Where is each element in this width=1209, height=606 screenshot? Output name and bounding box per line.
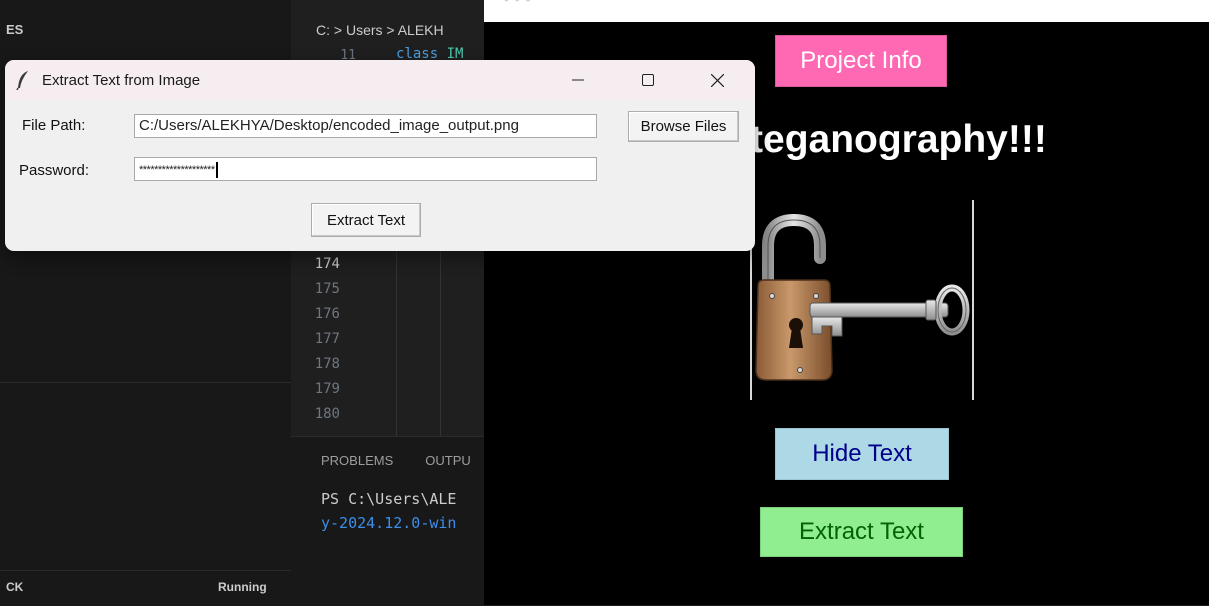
image-border-right — [972, 200, 974, 400]
terminal-prompt: PS C:\Users\ALE — [321, 490, 457, 508]
password-label: Password: — [19, 162, 90, 179]
app-title: Steganography!!! — [724, 118, 1047, 161]
dialog-titlebar[interactable]: Extract Text from Image — [5, 60, 755, 100]
sidebar-bottom-label: CK — [6, 580, 24, 594]
line-number: 177 — [314, 331, 340, 347]
dialog-title: Extract Text from Image — [42, 72, 201, 89]
indent-guide — [396, 250, 397, 436]
feather-icon — [16, 71, 28, 90]
lock-key-drawing — [755, 213, 970, 381]
browse-files-button[interactable]: Browse Files — [628, 111, 739, 142]
file-path-input[interactable]: C:/Users/ALEKHYA/Desktop/encoded_image_o… — [134, 114, 597, 138]
app-titlebar-text: • • • — [504, 0, 531, 7]
indent-guide — [440, 250, 441, 436]
line-number: 178 — [314, 356, 340, 372]
app-titlebar: • • • — [484, 0, 1209, 22]
terminal-output: y-2024.12.0-win — [321, 514, 457, 532]
minimize-button[interactable] — [555, 60, 601, 100]
password-value: ******************** — [139, 163, 215, 176]
hide-text-button[interactable]: Hide Text — [775, 428, 949, 480]
project-info-button[interactable]: Project Info — [775, 35, 947, 87]
file-path-label: File Path: — [22, 117, 86, 134]
padlock-with-key-icon — [750, 200, 974, 400]
line-numbers: 174 175 176 177 178 179 180 — [300, 252, 340, 427]
sidebar-section-title: ES — [6, 22, 24, 37]
extract-text-button[interactable]: Extract Text — [760, 507, 963, 557]
panel-tabs: PROBLEMS OUTPU — [321, 453, 503, 468]
tab-problems[interactable]: PROBLEMS — [321, 453, 393, 468]
running-status: Running — [218, 580, 267, 594]
maximize-button[interactable] — [625, 60, 671, 100]
breadcrumb[interactable]: C: > Users > ALEKH — [316, 22, 444, 38]
sidebar-divider — [0, 382, 291, 383]
dialog-extract-text-button[interactable]: Extract Text — [311, 203, 421, 237]
tab-output[interactable]: OUTPU — [425, 453, 471, 468]
close-button[interactable] — [694, 60, 740, 100]
extract-text-dialog: Extract Text from Image File Path: C:/Us… — [5, 60, 755, 251]
line-number: 179 — [314, 381, 340, 397]
line-number: 176 — [314, 306, 340, 322]
close-icon — [710, 73, 724, 87]
password-input[interactable]: ******************** — [134, 157, 597, 181]
maximize-icon — [642, 74, 654, 86]
line-number: 175 — [314, 281, 340, 297]
text-caret — [215, 162, 218, 178]
line-number: 180 — [314, 406, 340, 422]
line-number: 174 — [314, 256, 340, 272]
minimize-icon — [572, 79, 584, 81]
